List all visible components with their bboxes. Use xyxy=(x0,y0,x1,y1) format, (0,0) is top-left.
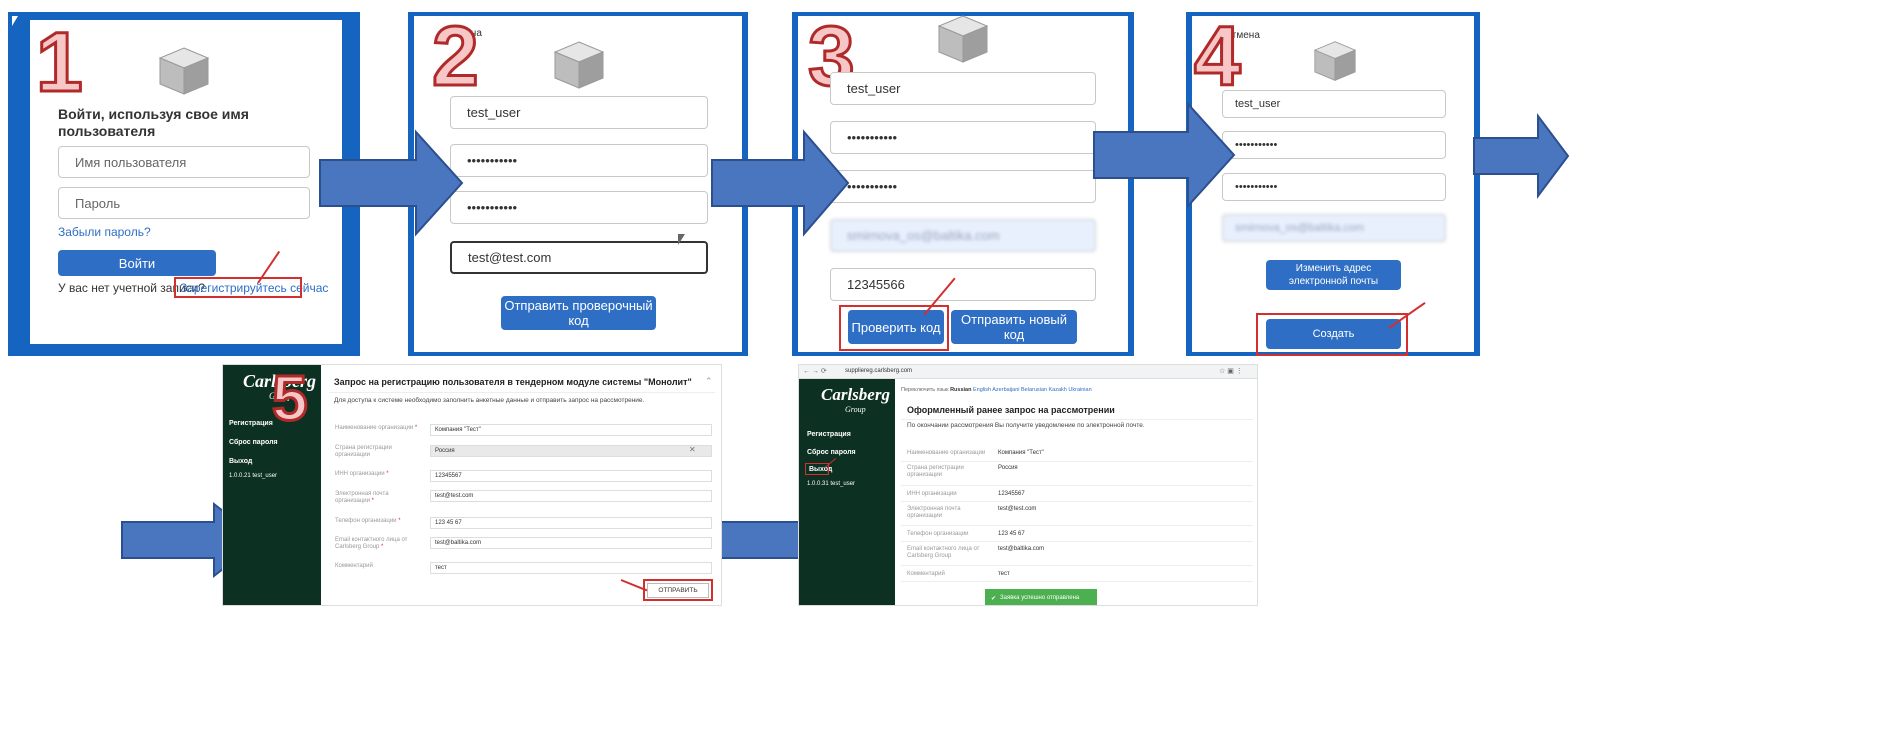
login-title: Войти, используя свое имя пользователя xyxy=(58,106,249,139)
sidebar-item-register[interactable]: Регистрация xyxy=(807,431,851,438)
cube-logo-icon xyxy=(937,15,989,63)
form-title: Запрос на регистрацию пользователя в тен… xyxy=(334,377,692,387)
email-input[interactable]: test@test.com xyxy=(450,241,708,274)
field-value: тест xyxy=(998,571,1010,577)
field-value: 12345567 xyxy=(998,491,1025,497)
username-input[interactable]: test_user xyxy=(1222,90,1446,118)
step-number-4: 4 xyxy=(1193,9,1243,103)
field-label: Страна регистрации организации xyxy=(335,445,392,459)
form-title: Оформленный ранее запрос на рассмотрении xyxy=(907,405,1115,415)
comment-input[interactable]: тест xyxy=(430,562,712,574)
mouse-cursor-icon xyxy=(678,234,685,245)
version-text: 1.0.0.31 test_user xyxy=(807,481,856,487)
code-input[interactable]: 12345566 xyxy=(830,268,1096,301)
flow-arrow-icon xyxy=(1473,113,1570,199)
field-label: Наименование организации xyxy=(907,450,986,456)
tutorial-collage: 1 Войти, используя свое имя пользователя… xyxy=(0,0,1897,732)
change-email-button[interactable]: Изменить адрес электронной почты xyxy=(1266,260,1401,290)
password-input[interactable]: ••••••••••• xyxy=(450,144,708,177)
cube-logo-icon xyxy=(158,47,210,95)
password-input[interactable]: Пароль xyxy=(58,187,310,219)
lang-others[interactable]: English Azerbaijani Belarusian Kazakh Uk… xyxy=(973,387,1092,393)
flow-arrow-icon xyxy=(711,129,850,237)
field-label: Комментарий xyxy=(335,563,373,569)
country-select[interactable]: Россия xyxy=(430,445,712,457)
carlsberg-logo-group: Group xyxy=(845,405,866,414)
inn-input[interactable]: 12345567 xyxy=(430,470,712,482)
step-number-1: 1 xyxy=(35,15,85,109)
field-label: Телефон организации xyxy=(907,531,969,537)
field-label: Email контактного лица от Carlsberg Grou… xyxy=(907,546,980,560)
version-text: 1.0.0.21 test_user xyxy=(229,473,278,479)
collapse-icon[interactable]: ⌃ xyxy=(705,376,713,387)
sidebar-item-register[interactable]: Регистрация xyxy=(229,420,273,427)
highlight-submit xyxy=(643,579,713,601)
field-label: ИНН организации * xyxy=(335,471,389,477)
check-icon: ✔ xyxy=(991,595,997,602)
sidebar-item-reset[interactable]: Сброс пароля xyxy=(229,439,278,446)
cube-logo-icon xyxy=(553,41,605,89)
flow-arrow-icon xyxy=(1093,101,1236,209)
username-input[interactable]: Имя пользователя xyxy=(58,146,310,178)
sidebar-item-reset[interactable]: Сброс пароля xyxy=(807,449,856,456)
field-value: test@baltika.com xyxy=(998,546,1045,552)
flow-arrow-icon xyxy=(319,129,464,237)
password-repeat-input[interactable]: ••••••••••• xyxy=(450,191,708,224)
language-switcher: Переключить язык Russian English Azerbai… xyxy=(901,387,1092,393)
browser-nav-icons[interactable]: ← → ⟳ xyxy=(803,367,827,375)
success-toast: ✔ Заявка успешно отправлена xyxy=(985,589,1097,605)
highlight-create xyxy=(1256,313,1408,356)
password-input[interactable]: ••••••••••• xyxy=(830,121,1096,154)
forgot-password-link[interactable]: Забыли пароль? xyxy=(58,225,151,239)
field-value: test@test.com xyxy=(998,506,1037,512)
field-label: ИНН организации xyxy=(907,491,957,497)
cube-logo-icon xyxy=(1313,41,1357,81)
form-subtitle: Для доступа к системе необходимо заполни… xyxy=(334,397,645,404)
field-label: Email контактного лица от Carlsberg Grou… xyxy=(335,537,408,551)
field-label: Электронная почта организации xyxy=(907,506,961,520)
field-label: Страна регистрации организации xyxy=(907,465,964,479)
resend-code-button[interactable]: Отправить новый код xyxy=(951,310,1077,344)
highlight-verify xyxy=(839,305,949,351)
field-label: Наименование организации * xyxy=(335,425,418,431)
org-name-input[interactable]: Компания "Тест" xyxy=(430,424,712,436)
step6-screenshot: ← → ⟳ suppliereg.carlsberg.com ☆ ▣ ⋮ Car… xyxy=(798,364,1258,606)
password-repeat-input[interactable]: ••••••••••• xyxy=(1222,173,1446,201)
mouse-cursor-icon xyxy=(12,16,18,26)
email-input[interactable]: smirnova_os@baltika.com xyxy=(830,219,1096,252)
clear-icon[interactable]: ✕ xyxy=(689,445,696,454)
sidebar-item-logout[interactable]: Выход xyxy=(229,458,252,465)
field-label: Комментарий xyxy=(907,571,945,577)
password-input[interactable]: ••••••••••• xyxy=(1222,131,1446,159)
username-input[interactable]: test_user xyxy=(830,72,1096,105)
field-value: Компания "Тест" xyxy=(998,450,1044,456)
field-value: 123 45 67 xyxy=(998,531,1025,537)
email-input[interactable]: smirnova_os@baltika.com xyxy=(1222,214,1446,242)
field-label: Электронная почта организации * xyxy=(335,491,389,505)
address-bar[interactable]: suppliereg.carlsberg.com xyxy=(845,368,912,374)
send-code-button[interactable]: Отправить проверочный код xyxy=(501,296,656,330)
org-email-input[interactable]: test@test.com xyxy=(430,490,712,502)
contact-email-input[interactable]: test@baltika.com xyxy=(430,537,712,549)
highlight-register xyxy=(174,277,302,298)
browser-action-icons[interactable]: ☆ ▣ ⋮ xyxy=(1219,367,1243,375)
lang-russian[interactable]: Russian xyxy=(950,387,971,393)
field-value: Россия xyxy=(998,465,1018,471)
username-input[interactable]: test_user xyxy=(450,96,708,129)
carlsberg-logo: Carlsberg xyxy=(821,385,890,404)
step-number-5: 5 xyxy=(271,362,310,434)
password-repeat-input[interactable]: ••••••••••• xyxy=(830,170,1096,203)
form-subtitle: По окончании рассмотрения Вы получите ув… xyxy=(907,422,1145,429)
field-label: Телефон организации * xyxy=(335,518,401,524)
phone-input[interactable]: 123 45 67 xyxy=(430,517,712,529)
step-number-2: 2 xyxy=(431,9,481,103)
login-button[interactable]: Войти xyxy=(58,250,216,276)
